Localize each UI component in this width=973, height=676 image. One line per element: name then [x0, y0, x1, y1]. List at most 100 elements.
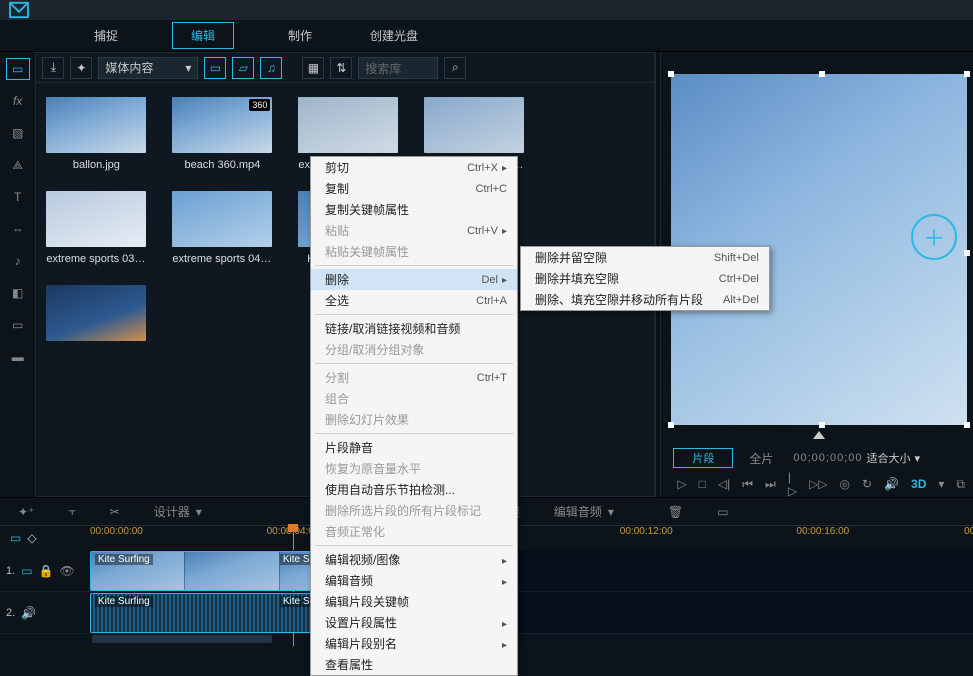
menu-cut[interactable]: 剪切Ctrl+X — [311, 157, 517, 178]
next-frame-icon[interactable]: |▷ — [788, 470, 797, 498]
tab-produce[interactable]: 制作 — [284, 21, 316, 50]
cut-tool-icon[interactable]: ✂ — [102, 503, 128, 521]
resize-handle[interactable] — [668, 71, 674, 77]
title-room-icon[interactable]: T — [6, 186, 30, 208]
media-filter-dropdown[interactable]: 媒体内容▾ — [98, 57, 198, 79]
tab-edit[interactable]: 编辑 — [172, 22, 234, 49]
submenu-delete-fill-move[interactable]: 删除、填充空隙并移动所有片段Alt+Del — [521, 289, 769, 310]
menu-clip-mute[interactable]: 片段静音 — [311, 437, 517, 458]
search-icon[interactable]: ⌕ — [444, 57, 466, 79]
audio-room-icon[interactable]: ♪ — [6, 250, 30, 272]
track-audio-icon[interactable]: 🔊 — [21, 606, 36, 620]
view-thumbnails-icon[interactable]: ▦ — [302, 57, 324, 79]
menu-shortcut: Del — [481, 274, 507, 286]
media-item[interactable]: extreme sports 03.... — [46, 191, 146, 265]
menu-label: 删除、填充空隙并移动所有片段 — [535, 291, 703, 308]
media-toolbar: ⤓ ✦ 媒体内容▾ ▭ ▱ ♫ ▦ ⇅ 搜索库 ⌕ — [36, 53, 654, 83]
fx-room-icon[interactable]: fx — [6, 90, 30, 112]
media-item[interactable]: ballon.jpg — [46, 97, 146, 171]
resize-handle[interactable] — [819, 71, 825, 77]
menu-shortcut: Shift+Del — [714, 252, 759, 264]
menu-label: 分割 — [325, 369, 349, 386]
menu-link-unlink[interactable]: 链接/取消链接视频和音频 — [311, 318, 517, 339]
pip-room-icon[interactable]: ▧ — [6, 122, 30, 144]
menu-separator — [315, 314, 513, 315]
menu-set-clip-attr[interactable]: 设置片段属性 — [311, 612, 517, 633]
designer-dropdown[interactable]: 设计器 ▾ — [146, 501, 210, 522]
menu-edit-keyframe[interactable]: 编辑片段关键帧 — [311, 591, 517, 612]
library-search-input[interactable]: 搜索库 — [358, 57, 438, 79]
fast-fwd-icon[interactable]: ▷▷ — [809, 477, 827, 491]
menu-label: 删除幻灯片效果 — [325, 411, 409, 428]
media-item[interactable]: extreme sports 04.... — [172, 191, 272, 265]
menu-view-attr[interactable]: 查看属性 — [311, 654, 517, 675]
menu-auto-beat[interactable]: 使用自动音乐节拍检测... — [311, 479, 517, 500]
filter-video-icon[interactable]: ▭ — [204, 57, 226, 79]
new-folder-icon[interactable]: ✦ — [70, 57, 92, 79]
split-tool-icon[interactable]: ⫟ — [60, 502, 83, 521]
track-header[interactable]: 2. 🔊 — [0, 606, 90, 620]
preview-fit-dropdown[interactable]: 适合大小▾ — [867, 450, 921, 466]
context-submenu-delete: 删除并留空隙Shift+Del 删除并填充空隙Ctrl+Del 删除、填充空隙并… — [520, 246, 770, 311]
timeline-view-icon[interactable]: ▭ — [10, 531, 21, 545]
media-item[interactable]: 360beach 360.mp4 — [172, 97, 272, 171]
ruler-tick: 00:00:12:00 — [620, 526, 673, 537]
magic-tools-icon[interactable]: ✦⁺ — [10, 503, 42, 521]
scrollbar-thumb[interactable] — [92, 635, 272, 643]
undock-icon[interactable]: ⧉ — [956, 477, 965, 492]
track-video-icon[interactable]: ▭ — [21, 564, 32, 578]
menu-copy-keyframe-attr[interactable]: 复制关键帧属性 — [311, 199, 517, 220]
play-icon[interactable]: ▷ — [677, 477, 686, 491]
track-lane[interactable]: Kite Surfing Kite Surfing — [90, 550, 973, 591]
preview-mode-segment[interactable]: 片段 — [673, 448, 733, 468]
stop-icon[interactable]: □ — [699, 477, 706, 491]
timeline-ruler[interactable]: 00:00:00:00 00:00:04:00 00:00:08:00 00:0… — [90, 526, 973, 550]
tab-capture[interactable]: 捕捉 — [90, 21, 122, 50]
tab-disc[interactable]: 创建光盘 — [366, 21, 422, 50]
timeline-marker-icon[interactable]: ◇ — [27, 531, 36, 545]
filter-audio-icon[interactable]: ♫ — [260, 57, 282, 79]
volume-icon[interactable]: 🔊 — [884, 477, 899, 491]
track-header[interactable]: 1. ▭ 🔒 👁 — [0, 564, 90, 578]
menu-restore-volume: 恢复为原音量水平 — [311, 458, 517, 479]
snapshot-icon[interactable]: ◎ — [840, 477, 850, 491]
transition-room-icon[interactable]: ⇔ — [6, 218, 30, 240]
menu-shortcut: Ctrl+A — [476, 295, 507, 307]
menu-separator — [315, 545, 513, 546]
import-media-icon[interactable]: ⤓ — [42, 57, 64, 79]
voice-room-icon[interactable]: ◧ — [6, 282, 30, 304]
add-zoom-icon[interactable]: ＋ — [911, 214, 957, 260]
resize-handle[interactable] — [964, 71, 970, 77]
preview-mode-full[interactable]: 全片 — [737, 449, 785, 468]
subtitle-room-icon[interactable]: ▬ — [6, 346, 30, 368]
menu-shortcut: Ctrl+V — [467, 225, 507, 237]
step-fwd-icon[interactable]: ⏭ — [765, 477, 776, 492]
media-item[interactable] — [46, 285, 146, 341]
particle-room-icon[interactable]: ⟁ — [6, 154, 30, 176]
media-room-icon[interactable]: ▭ — [6, 58, 30, 80]
sort-icon[interactable]: ⇅ — [330, 57, 352, 79]
track-visible-icon[interactable]: 👁 — [59, 564, 74, 578]
trash-icon[interactable]: 🗑 — [660, 503, 691, 521]
submenu-delete-fill-gap[interactable]: 删除并填充空隙Ctrl+Del — [521, 268, 769, 289]
menu-copy[interactable]: 复制Ctrl+C — [311, 178, 517, 199]
menu-delete[interactable]: 删除Del — [311, 269, 517, 290]
edit-audio-dropdown[interactable]: 编辑音频 ▾ — [546, 501, 622, 522]
track-lane[interactable]: Kite Surfing Kite Surfing — [90, 592, 973, 633]
submenu-delete-keep-gap[interactable]: 删除并留空隙Shift+Del — [521, 247, 769, 268]
menu-edit-audio[interactable]: 编辑音频 — [311, 570, 517, 591]
quality-icon[interactable]: ▾ — [938, 477, 944, 491]
filter-image-icon[interactable]: ▱ — [232, 57, 254, 79]
chapter-room-icon[interactable]: ▭ — [6, 314, 30, 336]
step-back-icon[interactable]: ⏮ — [742, 477, 753, 492]
menu-label: 组合 — [325, 390, 349, 407]
menu-edit-video-image[interactable]: 编辑视频/图像 — [311, 549, 517, 570]
more-icon[interactable]: ▭ — [709, 503, 736, 521]
menu-select-all[interactable]: 全选Ctrl+A — [311, 290, 517, 311]
loop-icon[interactable]: ↻ — [862, 477, 872, 491]
track-lock-icon[interactable]: 🔒 — [39, 564, 54, 578]
resize-handle[interactable] — [964, 250, 970, 256]
3d-icon[interactable]: 3D — [911, 477, 926, 491]
prev-frame-icon[interactable]: ◁| — [718, 477, 730, 491]
preview-controls: 片段 全片 00;00;00;00 适合大小▾ ▷ □ ◁| ⏮ ⏭ |▷ ▷▷… — [669, 443, 969, 497]
